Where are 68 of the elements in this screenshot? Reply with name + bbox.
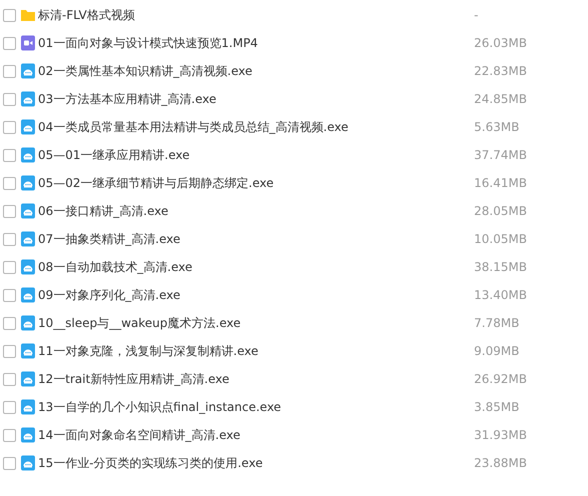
app-file-icon bbox=[20, 315, 36, 331]
file-name[interactable]: 14一面向对象命名空间精讲_高清.exe bbox=[38, 426, 474, 444]
app-file-icon bbox=[20, 63, 36, 79]
folder-icon bbox=[20, 7, 36, 23]
file-size: 7.78MB bbox=[474, 316, 520, 330]
checkbox[interactable] bbox=[3, 176, 16, 190]
checkbox[interactable] bbox=[3, 148, 16, 162]
file-name[interactable]: 标清-FLV格式视频 bbox=[38, 6, 474, 24]
file-size: 3.85MB bbox=[474, 400, 520, 414]
file-size: 22.83MB bbox=[474, 64, 527, 78]
checkbox[interactable] bbox=[3, 316, 16, 330]
file-name[interactable]: 05—01一继承应用精讲.exe bbox=[38, 146, 474, 164]
checkbox[interactable] bbox=[3, 428, 16, 442]
file-name[interactable]: 06一接口精讲_高清.exe bbox=[38, 202, 474, 220]
app-file-icon bbox=[20, 399, 36, 415]
file-name[interactable]: 10__sleep与__wakeup魔术方法.exe bbox=[38, 314, 474, 332]
file-name[interactable]: 05—02一继承细节精讲与后期静态绑定.exe bbox=[38, 174, 474, 192]
file-size: 31.93MB bbox=[474, 428, 527, 442]
file-size: 9.09MB bbox=[474, 344, 520, 358]
file-size: 10.05MB bbox=[474, 232, 527, 246]
checkbox[interactable] bbox=[3, 288, 16, 302]
app-file-icon bbox=[20, 259, 36, 275]
file-size: 23.88MB bbox=[474, 456, 527, 470]
file-size: 37.74MB bbox=[474, 148, 527, 162]
checkbox[interactable] bbox=[3, 232, 16, 246]
file-size: 24.85MB bbox=[474, 92, 527, 106]
file-size: 26.92MB bbox=[474, 372, 527, 386]
app-file-icon bbox=[20, 203, 36, 219]
file-name[interactable]: 04一类成员常量基本用法精讲与类成员总结_高清视频.exe bbox=[38, 118, 474, 136]
checkbox[interactable] bbox=[3, 400, 16, 414]
checkbox[interactable] bbox=[3, 92, 16, 106]
checkbox[interactable] bbox=[3, 8, 16, 22]
file-name[interactable]: 01一面向对象与设计模式快速预览1.MP4 bbox=[38, 34, 474, 52]
file-size: - bbox=[474, 8, 478, 22]
app-file-icon bbox=[20, 147, 36, 163]
file-size: 13.40MB bbox=[474, 288, 527, 302]
app-file-icon bbox=[20, 287, 36, 303]
checkbox[interactable] bbox=[3, 260, 16, 274]
checkbox[interactable] bbox=[3, 456, 16, 470]
app-file-icon bbox=[20, 427, 36, 443]
file-size: 16.41MB bbox=[474, 176, 527, 190]
app-file-icon bbox=[20, 175, 36, 191]
file-name[interactable]: 08一自动加载技术_高清.exe bbox=[38, 258, 474, 276]
checkbox[interactable] bbox=[3, 36, 16, 50]
file-size: 38.15MB bbox=[474, 260, 527, 274]
file-size: 26.03MB bbox=[474, 36, 527, 50]
file-name[interactable]: 02一类属性基本知识精讲_高清视频.exe bbox=[38, 62, 474, 80]
app-file-icon bbox=[20, 371, 36, 387]
app-file-icon bbox=[20, 231, 36, 247]
checkbox[interactable] bbox=[3, 372, 16, 386]
app-file-icon bbox=[20, 119, 36, 135]
file-name[interactable]: 09一对象序列化_高清.exe bbox=[38, 286, 474, 304]
checkbox[interactable] bbox=[3, 64, 16, 78]
file-name[interactable]: 03一方法基本应用精讲_高清.exe bbox=[38, 90, 474, 108]
checkbox[interactable] bbox=[3, 344, 16, 358]
file-name[interactable]: 15一作业-分页类的实现练习类的使用.exe bbox=[38, 454, 474, 472]
file-name[interactable]: 07一抽象类精讲_高清.exe bbox=[38, 230, 474, 248]
app-file-icon bbox=[20, 343, 36, 359]
app-file-icon bbox=[20, 91, 36, 107]
video-file-icon bbox=[20, 35, 36, 51]
file-name[interactable]: 12一trait新特性应用精讲_高清.exe bbox=[38, 370, 474, 388]
checkbox[interactable] bbox=[3, 204, 16, 218]
file-name[interactable]: 11一对象克隆，浅复制与深复制精讲.exe bbox=[38, 342, 474, 360]
file-size: 5.63MB bbox=[474, 120, 520, 134]
app-file-icon bbox=[20, 455, 36, 471]
file-name[interactable]: 13一自学的几个小知识点final_instance.exe bbox=[38, 398, 474, 416]
file-size: 28.05MB bbox=[474, 204, 527, 218]
checkbox[interactable] bbox=[3, 120, 16, 134]
